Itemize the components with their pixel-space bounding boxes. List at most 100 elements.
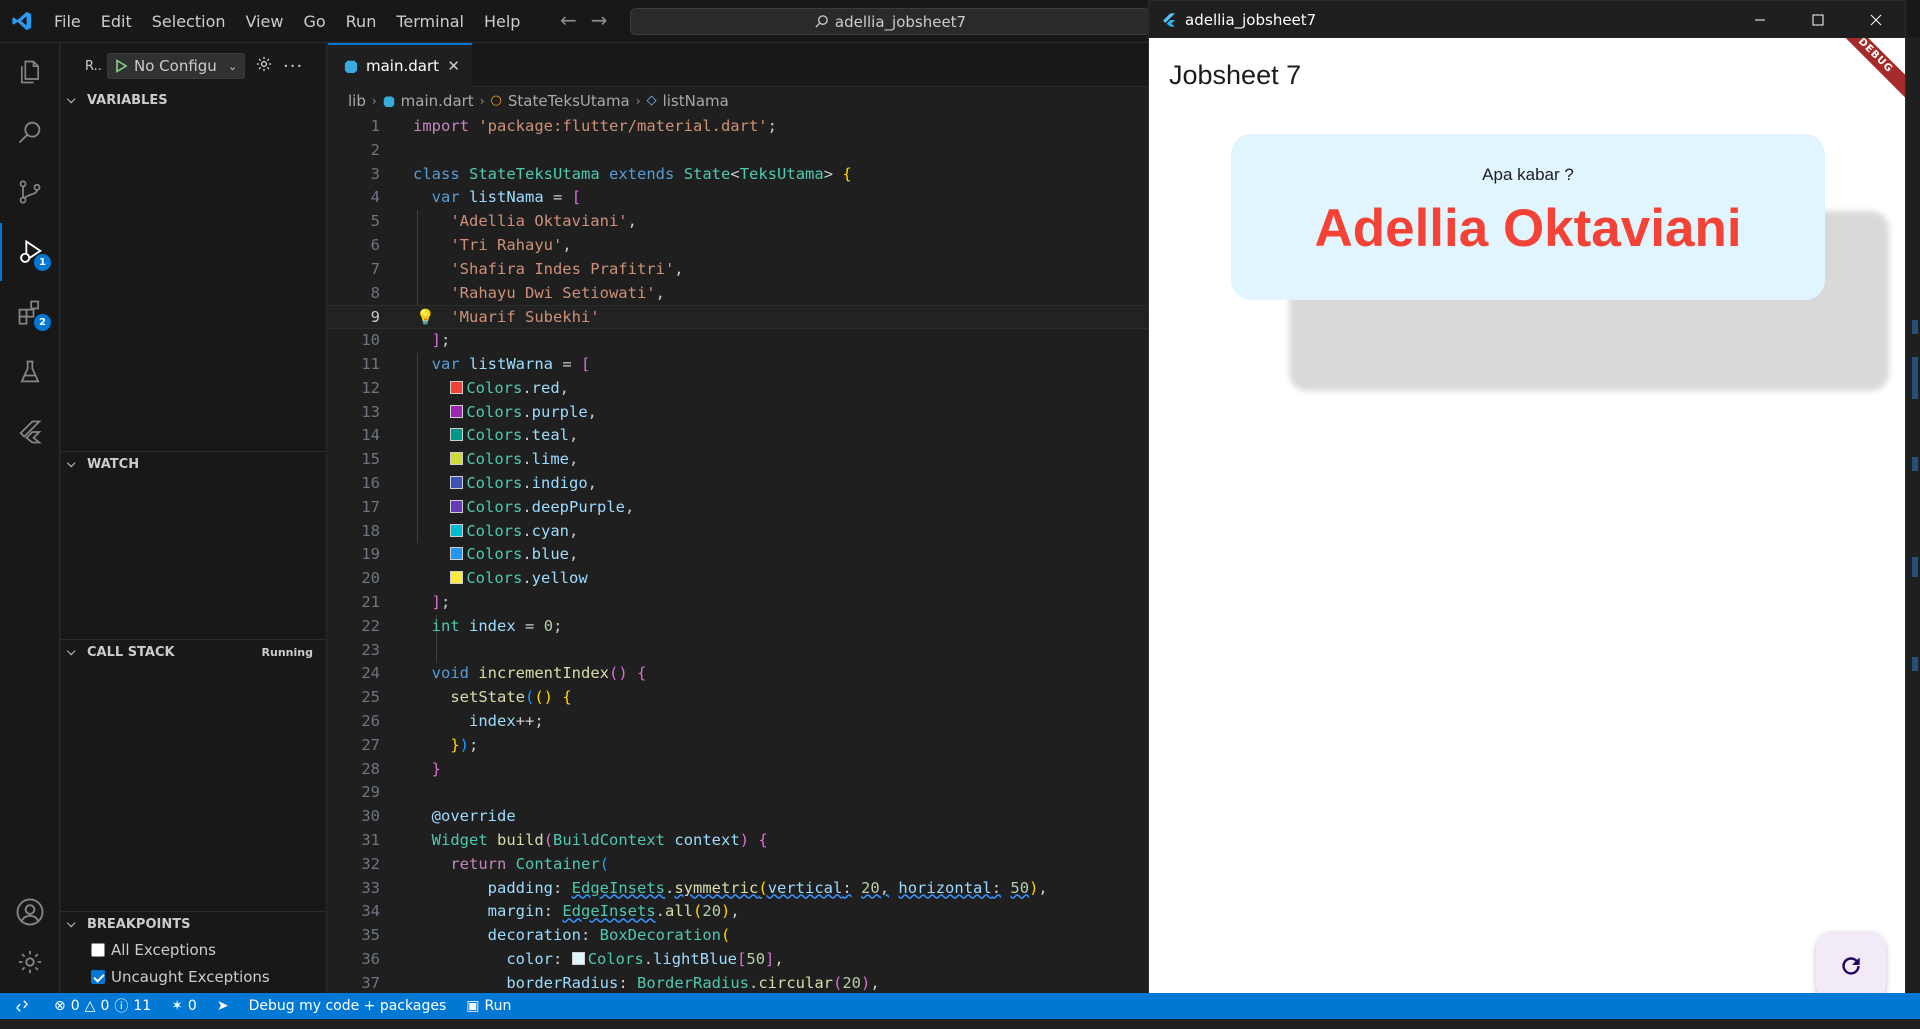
code-line: 11 var listWarna = [ (361, 355, 591, 373)
color-swatch-teal[interactable] (450, 428, 464, 442)
forward-arrow-icon[interactable]: → (591, 8, 608, 32)
color-swatch-deep-purple[interactable] (450, 499, 464, 513)
run-terminal-indicator[interactable]: ▣ Run (456, 998, 521, 1014)
minimize-icon[interactable] (1731, 1, 1789, 38)
code-line: 12 Colors.red, (361, 378, 570, 397)
refresh-fab[interactable] (1816, 931, 1886, 1001)
code-line: 25 setState(() { (361, 688, 572, 707)
color-swatch-purple[interactable] (450, 404, 464, 418)
run-toolbar: R.. No Configu ⌄ ··· (61, 51, 327, 81)
breadcrumb-main-dart[interactable]: main.dart (401, 92, 474, 110)
scroll-marker (1912, 320, 1918, 334)
dart-file-icon (383, 96, 394, 107)
menu-run[interactable]: Run (336, 0, 387, 43)
call-stack-status: Running (261, 645, 313, 659)
testing-flask-icon[interactable] (0, 343, 60, 401)
maximize-icon[interactable] (1789, 1, 1847, 38)
menu-terminal[interactable]: Terminal (386, 0, 474, 43)
code-line: 26 index++; (361, 712, 544, 730)
code-line: 29 (361, 783, 380, 802)
debug-mode-indicator[interactable]: Debug my code + packages (239, 998, 457, 1014)
ports-indicator[interactable]: ✶ 0 (161, 998, 207, 1014)
breadcrumb-class[interactable]: StateTeksUtama (508, 92, 630, 110)
code-line: 10 ]; (361, 331, 451, 350)
color-swatch-light-blue[interactable] (571, 952, 585, 965)
breakpoints-header[interactable]: ⌵ BREAKPOINTS (61, 912, 327, 936)
uncaught-exceptions-checkbox[interactable] (91, 969, 105, 984)
activity-bar: 1 2 (0, 43, 60, 993)
info-icon: ⓘ (114, 999, 129, 1015)
watch-header[interactable]: ⌵ WATCH (61, 452, 327, 476)
flutter-logo-icon (1163, 12, 1175, 27)
breakpoint-uncaught-exceptions[interactable]: Uncaught Exceptions (61, 963, 327, 990)
debug-settings-gear-icon[interactable] (255, 55, 273, 77)
code-line: 4 var listNama = [ (370, 188, 582, 207)
back-arrow-icon[interactable]: ← (560, 8, 577, 32)
watch-title: WATCH (87, 456, 140, 472)
warning-count: 0 (100, 998, 110, 1014)
screen: File Edit Selection View Go Run Terminal… (0, 0, 1920, 1029)
app-bar-title: Jobsheet 7 (1169, 60, 1302, 90)
close-tab-icon[interactable]: ✕ (447, 57, 460, 75)
tab-main-dart[interactable]: main.dart ✕ (328, 43, 472, 87)
code-line: 22 int index = 0; (361, 616, 563, 635)
all-exceptions-checkbox[interactable] (91, 942, 105, 957)
menu-go[interactable]: Go (293, 0, 335, 43)
menu-file[interactable]: File (44, 0, 91, 43)
breadcrumb-lib[interactable]: lib (348, 92, 366, 110)
variables-header[interactable]: ⌵ VARIABLES (61, 88, 327, 112)
chevron-down-icon: ⌵ (67, 93, 76, 106)
run-view-title: R.. (85, 58, 102, 74)
manage-gear-icon[interactable] (0, 933, 60, 991)
code-line: 30 @override (361, 807, 516, 826)
color-swatch-lime[interactable] (450, 452, 464, 466)
menu-help[interactable]: Help (474, 0, 530, 43)
breadcrumb-field[interactable]: listNama (663, 92, 729, 110)
broadcast-icon: ✶ (171, 998, 183, 1014)
code-line: 32 return Container( (361, 854, 610, 873)
extensions-icon[interactable]: 2 (0, 283, 60, 341)
call-stack-header[interactable]: ⌵ CALL STACK Running (61, 640, 327, 664)
breakpoint-all-exceptions[interactable]: All Exceptions (61, 936, 327, 963)
close-window-icon[interactable] (1847, 1, 1905, 38)
color-swatch-cyan[interactable] (450, 523, 464, 537)
search-activity-icon[interactable] (0, 103, 60, 161)
menu-edit[interactable]: Edit (91, 0, 142, 43)
menu-view[interactable]: View (236, 0, 294, 43)
code-line-current: 9 💡 'Muarif Subekhi' (328, 305, 1148, 330)
code-editor[interactable]: 1 import 'package:flutter/material.dart';… (328, 115, 1148, 993)
remote-icon[interactable] (0, 993, 44, 1019)
color-swatch-red[interactable] (450, 380, 464, 394)
code-line: 3 class StateTeksUtama extends State<Teks… (370, 164, 852, 183)
flutter-icon[interactable] (0, 403, 60, 461)
error-count: 0 (70, 998, 80, 1014)
run-debug-icon[interactable]: 1 (0, 223, 60, 281)
code-line: 17 Colors.deepPurple, (361, 497, 635, 516)
menu-bar: File Edit Selection View Go Run Terminal… (44, 0, 530, 43)
chevron-down-icon: ⌄ (228, 59, 238, 73)
start-debug-play-icon[interactable] (114, 59, 128, 73)
dart-file-icon (344, 60, 358, 73)
launch-config-dropdown[interactable]: No Configu ⌄ (107, 53, 245, 79)
problems-indicator[interactable]: ⊗ 0 △ 0 ⓘ 11 (44, 996, 161, 1016)
code-line: 34 margin: EdgeInsets.all(20), (361, 902, 740, 921)
command-center[interactable]: adellia_jobsheet7 (630, 8, 1150, 35)
more-actions-icon[interactable]: ··· (283, 56, 303, 77)
flutter-app-window: adellia_jobsheet7 Jobsheet 7 DEBUG Apa k… (1148, 0, 1906, 1019)
explorer-icon[interactable] (0, 43, 60, 101)
color-swatch-indigo[interactable] (450, 476, 464, 489)
command-center-text: adellia_jobsheet7 (834, 12, 967, 31)
debug-run-indicator[interactable]: ➤ (207, 998, 239, 1014)
color-swatch-blue[interactable] (450, 547, 464, 561)
watch-section: ⌵ WATCH (61, 451, 327, 476)
warning-icon: △ (84, 998, 96, 1014)
source-control-icon[interactable] (0, 163, 60, 221)
code-line: 20 Colors.yellow (361, 569, 588, 588)
chevron-down-icon: ⌵ (67, 917, 76, 930)
color-swatch-yellow[interactable] (450, 571, 464, 585)
code-line: 31 Widget build(BuildContext context) { (361, 831, 768, 849)
info-count: 11 (133, 998, 152, 1014)
menu-selection[interactable]: Selection (142, 0, 236, 43)
code-line: 36 color: Colors.lightBlue[50], (361, 950, 784, 968)
launch-config-label: No Configu (134, 57, 217, 75)
